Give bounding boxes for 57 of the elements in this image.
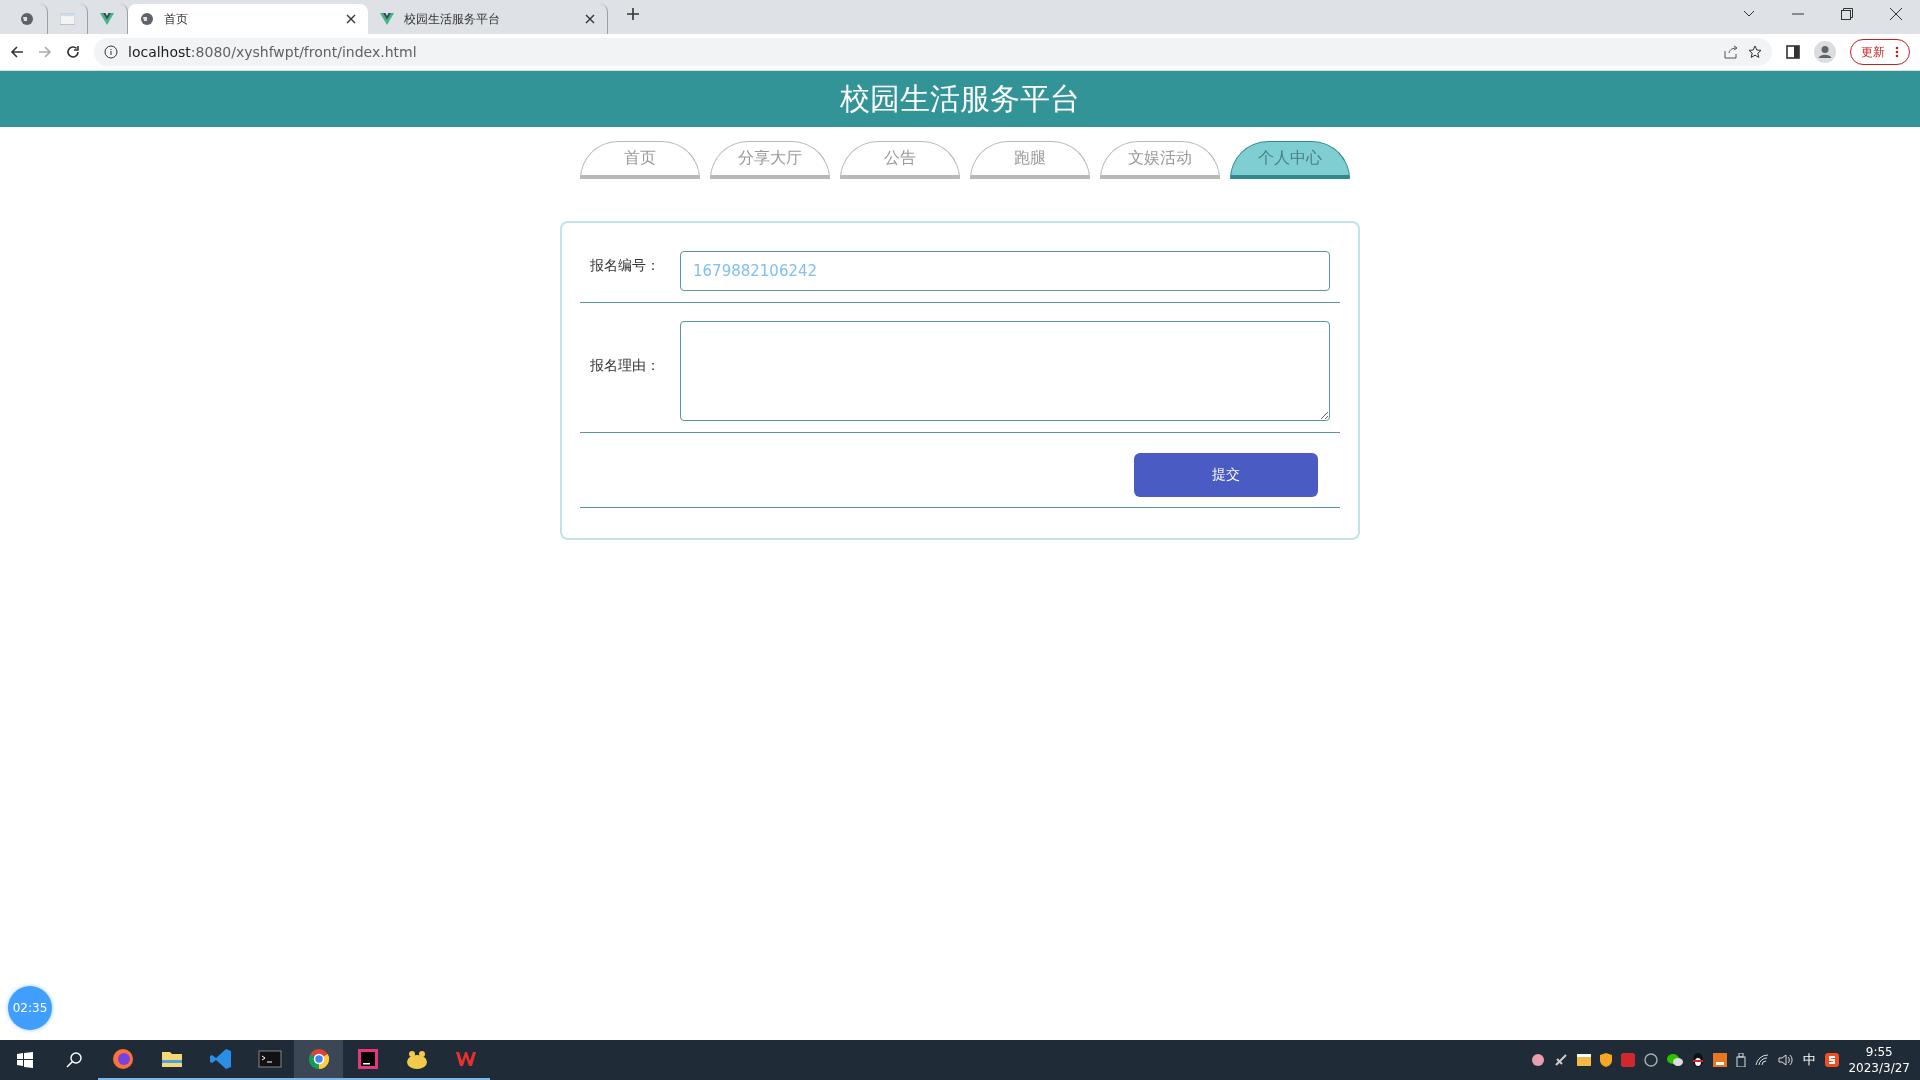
timer-badge: 02:35 [8,986,52,1030]
code-editor-icon[interactable] [208,1047,233,1071]
share-icon[interactable] [1724,45,1738,59]
nav-tab[interactable]: 首页 [580,141,700,179]
nav-tab[interactable]: 跑腿 [970,141,1090,179]
clock-date: 2023/3/27 [1848,1060,1910,1076]
app-tile-icon[interactable] [1621,1053,1636,1067]
speaker-icon[interactable] [1778,1053,1795,1067]
chat-bubbles-icon[interactable] [1667,1053,1684,1067]
terminal-icon[interactable] [257,1047,282,1071]
wifi-icon[interactable] [1755,1054,1770,1066]
windows-logo-icon[interactable] [16,1052,33,1068]
chrome-icon[interactable] [306,1047,331,1071]
v-logo-icon [100,13,114,25]
site-title: 校园生活服务平台 [840,79,1080,118]
penguin-icon[interactable] [1692,1053,1705,1067]
globe-icon [20,12,34,26]
search-icon[interactable] [65,1052,82,1068]
firefox-icon[interactable] [110,1047,135,1071]
s-logo-icon[interactable] [1825,1053,1840,1067]
page-icon [60,13,75,25]
info-icon [104,45,118,59]
minimize-icon[interactable] [1791,13,1804,15]
usb-icon[interactable] [1736,1053,1747,1067]
circle-logo-icon[interactable] [1644,1053,1659,1067]
field-label: 报名理由： [589,356,661,375]
nav-tab[interactable]: 个人中心 [1230,141,1350,179]
taskbar-app[interactable] [294,1040,343,1080]
nav-tab[interactable]: 公告 [840,141,960,179]
close-icon[interactable] [346,14,356,24]
v-logo-icon [380,13,394,25]
field-label: 报名编号： [589,256,661,275]
restore-icon[interactable] [1840,8,1853,20]
nav-tab[interactable]: 分享大厅 [710,141,830,179]
input-method-label[interactable]: 中 [1803,1051,1817,1069]
globe-icon [140,12,154,26]
clock-time: 9:55 [1865,1044,1893,1060]
back-arrow-icon[interactable] [10,45,24,59]
profile-icon[interactable] [1814,41,1836,63]
window-icon[interactable] [1577,1054,1592,1066]
submit-button[interactable]: 提交 [1134,453,1318,497]
browser-tab[interactable]: 首页 [128,4,368,34]
close-icon[interactable] [1889,8,1902,20]
close-icon[interactable] [585,14,595,24]
ide-icon[interactable] [355,1047,380,1071]
update-button[interactable]: 更新 [1850,39,1910,65]
reload-icon[interactable] [66,45,80,59]
sidebar-icon[interactable] [1786,45,1800,59]
nav-tab[interactable]: 文娱活动 [1100,141,1220,179]
input-field[interactable]: 1679882106242 [680,250,1330,291]
shield-icon[interactable] [1600,1053,1613,1067]
star-icon[interactable] [1748,45,1762,59]
text-area[interactable] [680,320,1330,421]
plus-icon[interactable] [625,7,640,21]
more-icon [1895,46,1899,58]
address-bar[interactable]: localhost:8080/xyshfwpt/front/index.html [94,38,1772,66]
chevron-down-icon[interactable] [1742,10,1755,18]
